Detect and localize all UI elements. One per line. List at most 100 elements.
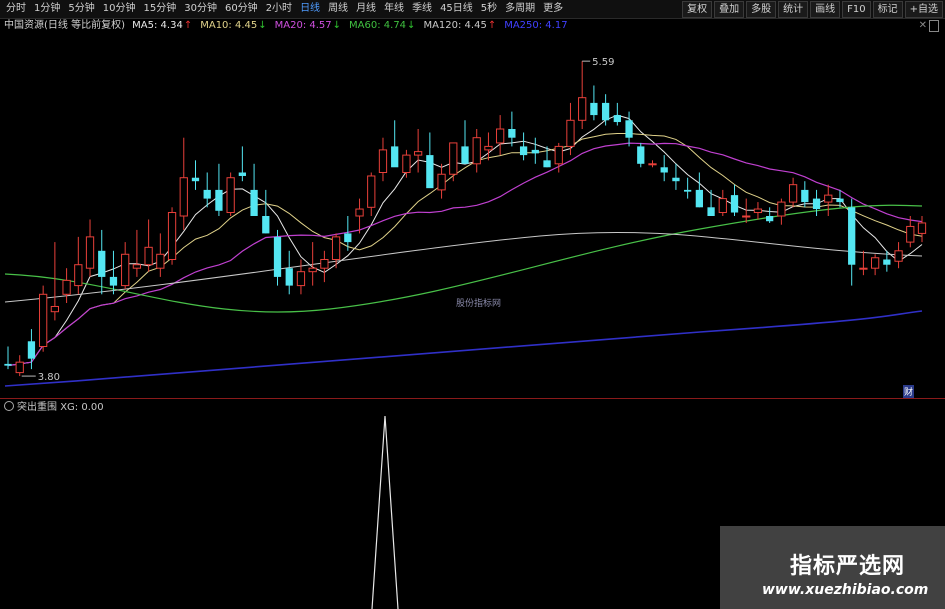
candle-body	[590, 102, 598, 116]
indicator-name: 突出重围	[17, 402, 57, 413]
site-logo: 指标严选网 www.xuezhibiao.com	[720, 526, 945, 609]
period-tab[interactable]: 月线	[352, 2, 380, 16]
ma-value: MA20: 4.57↓	[274, 20, 342, 31]
candle-body	[859, 267, 868, 270]
candle-body	[684, 189, 692, 192]
candle-body	[870, 257, 880, 269]
candle-body	[4, 363, 12, 366]
ma-values: MA5: 4.34↑ MA10: 4.45↓ MA20: 4.57↓ MA60: 4.…	[132, 20, 576, 31]
candle-body	[320, 259, 329, 269]
ma-trend-arrow: ↓	[332, 20, 342, 31]
period-tab[interactable]: 45日线	[436, 2, 477, 16]
candle-body	[215, 189, 223, 211]
finance-badge[interactable]: 财	[903, 385, 915, 398]
candle-body	[62, 279, 71, 295]
panel-settings-icon[interactable]	[929, 20, 939, 32]
stock-name: 中国资源(日线 等比前复权)	[4, 20, 125, 31]
period-tab[interactable]: 1分钟	[30, 2, 64, 16]
period-tab[interactable]: 15分钟	[139, 2, 180, 16]
candle-body	[718, 198, 727, 214]
candle-body	[50, 305, 60, 313]
candle-body	[132, 264, 142, 269]
candle-body	[167, 212, 177, 261]
candle-body	[613, 115, 621, 123]
period-tab[interactable]: 30分钟	[180, 2, 221, 16]
candle-body	[753, 208, 763, 214]
candle-body	[144, 246, 153, 266]
period-tab[interactable]: 日线	[296, 2, 324, 16]
toolbar-button[interactable]: 多股	[746, 1, 777, 18]
candle-body	[461, 146, 469, 164]
gear-icon[interactable]	[4, 401, 14, 411]
candle-body	[449, 142, 458, 175]
candle-body	[707, 207, 715, 216]
ma-trend-arrow: ↑	[183, 20, 193, 31]
candle-body	[191, 177, 200, 182]
candle-body	[74, 264, 83, 287]
candle-body	[156, 253, 165, 269]
candle-body	[801, 189, 809, 203]
xg-signal-spike	[371, 415, 399, 609]
toolbar-button[interactable]: 标记	[872, 1, 903, 18]
candlestick-chart[interactable]: 5.59 3.80	[0, 34, 945, 398]
candle-body	[285, 268, 293, 286]
candle-body	[578, 97, 587, 121]
period-tab[interactable]: 周线	[324, 2, 352, 16]
candle-body	[426, 155, 434, 189]
ma120-line	[4, 231, 923, 303]
candle-body	[660, 167, 668, 173]
candle-body	[391, 146, 399, 168]
candle-body	[413, 151, 423, 156]
candle-body	[637, 146, 645, 164]
center-watermark: 股份指标网	[456, 299, 502, 309]
candle-body	[484, 145, 493, 151]
candle-body	[519, 146, 528, 156]
toolbar-button[interactable]: F10	[842, 1, 871, 18]
ma-trend-arrow: ↓	[407, 20, 416, 31]
period-tab[interactable]: 季线	[408, 2, 436, 16]
toolbar-button[interactable]: 画线	[810, 1, 841, 18]
indicator-value: XG: 0.00	[60, 402, 104, 413]
candle-body	[378, 149, 388, 173]
period-tab[interactable]: 年线	[380, 2, 408, 16]
candle-body	[543, 160, 551, 168]
period-tab[interactable]: 5秒	[477, 2, 501, 16]
candle-body	[109, 276, 118, 286]
candle-body	[695, 189, 703, 208]
period-tab[interactable]: 60分钟	[221, 2, 262, 16]
candle-body	[672, 177, 680, 182]
candle-body	[894, 250, 903, 262]
candle-body	[848, 207, 856, 265]
candle-body	[27, 341, 36, 359]
indicator-header: 突出重围 XG: 0.00	[4, 401, 104, 414]
candle-body	[226, 177, 235, 214]
candle-body	[648, 163, 657, 166]
close-icon[interactable]: ✕	[919, 20, 927, 31]
high-label: 5.59	[592, 57, 614, 68]
period-tab[interactable]: 2小时	[262, 2, 296, 16]
period-tab[interactable]: 更多	[539, 2, 567, 16]
period-tab[interactable]: 分时	[2, 2, 30, 16]
period-tab[interactable]: 多周期	[501, 2, 539, 16]
toolbar-button[interactable]: +自选	[904, 1, 943, 18]
ma-trend-arrow: ↑	[487, 20, 497, 31]
candle-body	[531, 149, 539, 154]
candle-body	[355, 208, 364, 217]
candle-body	[917, 222, 927, 234]
candle-body	[883, 259, 891, 265]
toolbar-button[interactable]: 复权	[682, 1, 713, 18]
candle-body	[39, 293, 48, 347]
candle-body	[402, 154, 411, 173]
candle-body	[98, 250, 106, 277]
candle-body	[472, 137, 481, 165]
candle-body	[742, 215, 751, 218]
toolbar-button[interactable]: 叠加	[714, 1, 745, 18]
candle-body	[788, 184, 798, 203]
panel-divider[interactable]	[0, 398, 945, 399]
candle-body	[121, 253, 130, 287]
candle-body	[906, 225, 915, 243]
period-tab[interactable]: 10分钟	[99, 2, 140, 16]
period-tab[interactable]: 5分钟	[64, 2, 98, 16]
candle-body	[367, 175, 376, 208]
toolbar-button[interactable]: 统计	[778, 1, 809, 18]
